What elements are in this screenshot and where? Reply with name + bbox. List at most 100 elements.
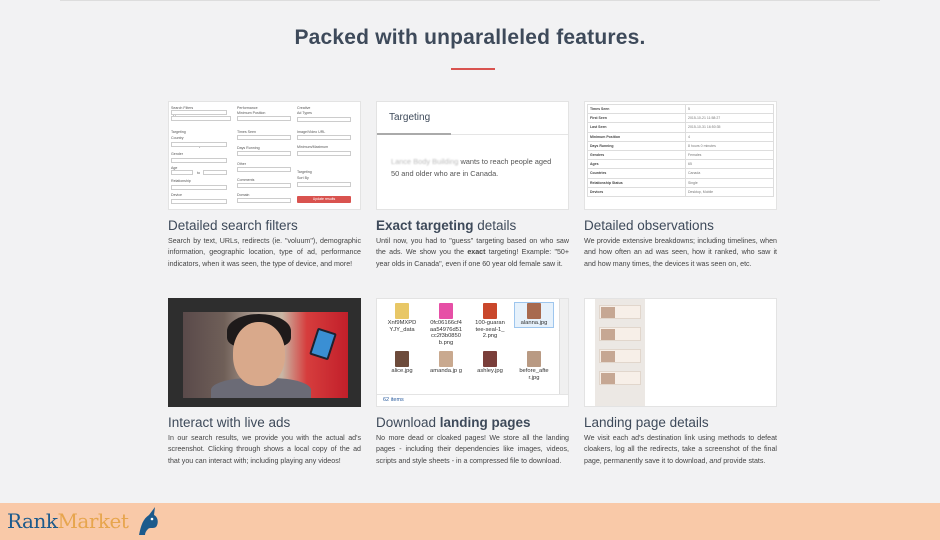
- filter-input[interactable]: [297, 182, 351, 187]
- filter-label: Image/Video URL: [297, 130, 326, 134]
- file-item[interactable]: alanna.jpg: [514, 302, 554, 328]
- landing-page-block: [599, 371, 641, 385]
- card-title-bold: landing pages: [439, 415, 531, 430]
- filter-input[interactable]: [237, 151, 291, 156]
- filter-input[interactable]: [171, 142, 227, 147]
- filter-input[interactable]: [237, 135, 291, 140]
- photo-icon: [527, 351, 541, 367]
- page-title: Packed with unparalleled features.: [0, 26, 940, 50]
- observation-row: Relationship Status Single: [587, 177, 774, 188]
- scrollbar[interactable]: [559, 299, 568, 406]
- filter-input[interactable]: [297, 135, 351, 140]
- file-item[interactable]: before_afte r.jpg: [515, 351, 553, 381]
- file-item[interactable]: amanda.jp g: [427, 351, 465, 375]
- file-name: before_afte r.jpg: [519, 368, 549, 381]
- card-description: We provide extensive breakdowns; includi…: [584, 237, 777, 268]
- seal-icon: [483, 303, 497, 319]
- landing-page-block: [599, 305, 641, 319]
- filter-label: Country: [171, 136, 184, 140]
- card-description: In our search results, we provide you wi…: [168, 434, 361, 465]
- card-title-rest: Download: [376, 415, 440, 430]
- filter-label: Targeting: [297, 170, 312, 174]
- filter-input[interactable]: [237, 198, 291, 203]
- file-item[interactable]: alice.jpg: [383, 351, 421, 375]
- filter-input[interactable]: [297, 151, 351, 156]
- card-title: Landing page details: [584, 415, 709, 430]
- observation-key: Countries: [587, 168, 686, 179]
- video-player[interactable]: [169, 299, 360, 406]
- observation-value: 65: [685, 159, 774, 170]
- targeting-tab-underline: [377, 133, 451, 135]
- filter-label: Domain: [237, 193, 250, 197]
- title-accent-line: [451, 68, 495, 70]
- landing-page-screenshot[interactable]: [584, 298, 777, 407]
- unicorn-logo-icon: [139, 507, 158, 535]
- filter-input[interactable]: [171, 158, 227, 163]
- live-ad-video-screenshot[interactable]: [168, 298, 361, 407]
- card-title: Interact with live ads: [168, 415, 291, 430]
- observation-value: 4: [685, 131, 774, 142]
- observation-value: 2015-10-31 16:50:35: [685, 122, 774, 133]
- filter-input[interactable]: [297, 117, 351, 122]
- image-placeholder: [601, 351, 615, 362]
- file-name: 100-guaran tee-seal-1_ 2.png: [475, 320, 505, 339]
- filter-input[interactable]: [171, 170, 193, 175]
- card-title: Detailed search filters: [168, 218, 298, 233]
- file-item[interactable]: Xnf9MXPD YJY_data: [383, 303, 421, 333]
- observation-row: Last Seen 2015-10-31 16:50:35: [587, 122, 774, 133]
- filter-input[interactable]: [171, 116, 231, 121]
- observation-row: Ages 65: [587, 159, 774, 170]
- observation-value: 2015-10-21 11:58:27: [685, 113, 774, 124]
- card-description: We visit each ad's destination link usin…: [584, 433, 777, 467]
- observation-key: Minimum Position: [587, 131, 686, 142]
- feature-card-search-filters: Search FiltersType in URLTargetingCountr…: [168, 101, 361, 270]
- observations-screenshot[interactable]: Times Seen 5 First Seen 2015-10-21 11:58:27…: [584, 101, 777, 210]
- filter-input[interactable]: [237, 183, 291, 188]
- card-description: Search by text, URLs, redirects (ie. "vo…: [168, 237, 361, 268]
- brand-word-2: Market: [57, 509, 129, 533]
- filter-label: Sort By: [297, 176, 309, 180]
- file-name: alanna.jpg: [520, 320, 548, 326]
- brand-logo[interactable]: RankMarket: [7, 509, 129, 533]
- card-description: No more dead or cloaked pages! We store …: [376, 434, 569, 465]
- file-name: amanda.jp g: [430, 368, 462, 374]
- filter-input[interactable]: [171, 185, 227, 190]
- observation-row: Countries Canada: [587, 168, 774, 179]
- photo-icon: [527, 303, 541, 319]
- card-title-rest: details: [473, 218, 517, 233]
- filter-input[interactable]: [171, 110, 227, 115]
- png-file-icon: [439, 303, 453, 319]
- filter-input[interactable]: [171, 199, 227, 204]
- observation-value: Females: [685, 149, 774, 161]
- filter-input[interactable]: [203, 170, 227, 175]
- observation-key: Devices: [587, 186, 686, 197]
- observation-value: Desktop, Mobile: [685, 186, 774, 197]
- observation-value: Single: [685, 177, 774, 188]
- search-filters-screenshot[interactable]: Search FiltersType in URLTargetingCountr…: [168, 101, 361, 210]
- feature-card-landing-page-details: Landing page details We visit each ad's …: [584, 298, 777, 467]
- filter-label: Performance: [237, 106, 258, 110]
- update-results-button[interactable]: Update results: [297, 196, 351, 203]
- landing-page-block: [599, 349, 641, 363]
- file-item[interactable]: 0fc06166cf4 aa54976d51 cc2f3b0850 b.png: [427, 303, 465, 346]
- observations-table: Times Seen 5 First Seen 2015-10-21 11:58:27…: [587, 103, 774, 197]
- observation-row: Genders Females: [587, 149, 774, 161]
- observation-row: Minimum Position 4: [587, 131, 774, 142]
- filter-input[interactable]: [237, 167, 291, 172]
- desc-em: and: [709, 456, 722, 465]
- observation-key: Days Running: [587, 140, 686, 151]
- advertiser-name-blurred: Lance Body Building: [391, 157, 459, 166]
- file-explorer-screenshot[interactable]: 62 items Xnf9MXPD YJY_data 0fc06166cf4 aa…: [376, 298, 569, 407]
- filter-label: Creative: [297, 106, 311, 110]
- image-placeholder: [601, 307, 615, 318]
- targeting-screenshot[interactable]: Targeting Lance Body Building wants to r…: [376, 101, 569, 210]
- file-name: 0fc06166cf4 aa54976d51 cc2f3b0850 b.png: [429, 320, 463, 346]
- filter-label: to: [197, 171, 200, 175]
- file-item[interactable]: 100-guaran tee-seal-1_ 2.png: [471, 303, 509, 340]
- observation-row: Devices Desktop, Mobile: [587, 186, 774, 197]
- card-title: Download landing pages: [376, 415, 569, 430]
- file-item[interactable]: ashley.jpg: [471, 351, 509, 375]
- desc-part: provide stats.: [721, 456, 766, 465]
- observation-value: 5: [685, 103, 774, 115]
- filter-input[interactable]: [237, 116, 291, 121]
